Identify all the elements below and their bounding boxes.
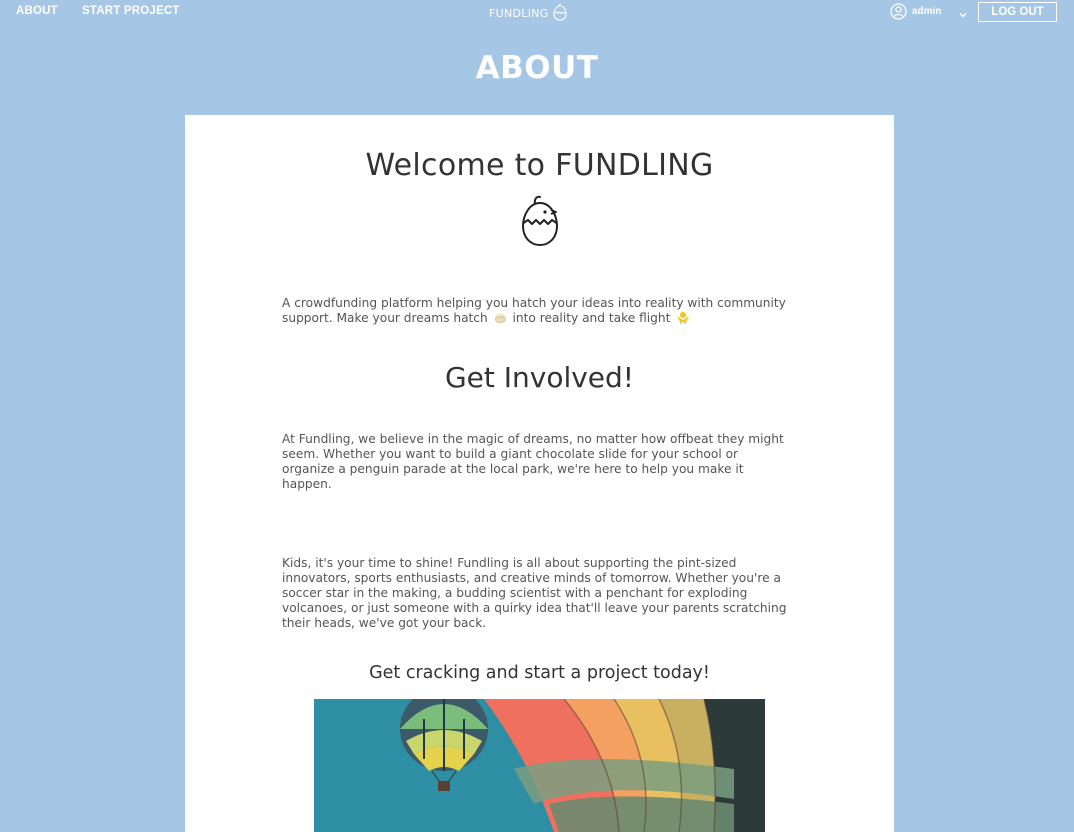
page-title: ABOUT	[475, 50, 599, 86]
nav-about-link[interactable]: ABOUT	[16, 5, 58, 17]
brand-name: FUNDLING	[489, 7, 549, 20]
brand-logo[interactable]: FUNDLING	[489, 3, 568, 24]
hatching-chick-icon	[552, 3, 568, 24]
hatching-egg-icon	[494, 311, 507, 328]
welcome-heading: Welcome to FUNDLING	[365, 148, 714, 183]
intro-text-part2: into reality and take flight	[512, 311, 671, 325]
about-card: Welcome to FUNDLING A crowdfunding platf…	[185, 115, 894, 832]
nav-start-project-link[interactable]: START PROJECT	[82, 5, 180, 17]
kids-paragraph: Kids, it's your time to shine! Fundling …	[282, 556, 787, 630]
get-involved-heading: Get Involved!	[444, 361, 635, 394]
top-nav: ABOUT START PROJECT FUNDLING admin LOG O…	[0, 0, 1074, 24]
hot-air-balloons-image	[314, 699, 765, 832]
baby-chick-icon	[676, 311, 690, 328]
hatching-chick-icon	[518, 193, 562, 253]
chevron-down-icon[interactable]	[958, 5, 968, 24]
cta-heading: Get cracking and start a project today!	[369, 663, 710, 683]
username-label: admin	[912, 6, 942, 17]
dreams-paragraph: At Fundling, we believe in the magic of …	[282, 432, 784, 491]
logout-button[interactable]: LOG OUT	[978, 2, 1057, 22]
intro-paragraph: A crowdfunding platform helping you hatc…	[282, 296, 792, 328]
user-menu[interactable]: admin	[890, 3, 941, 24]
user-circle-icon	[890, 3, 907, 24]
